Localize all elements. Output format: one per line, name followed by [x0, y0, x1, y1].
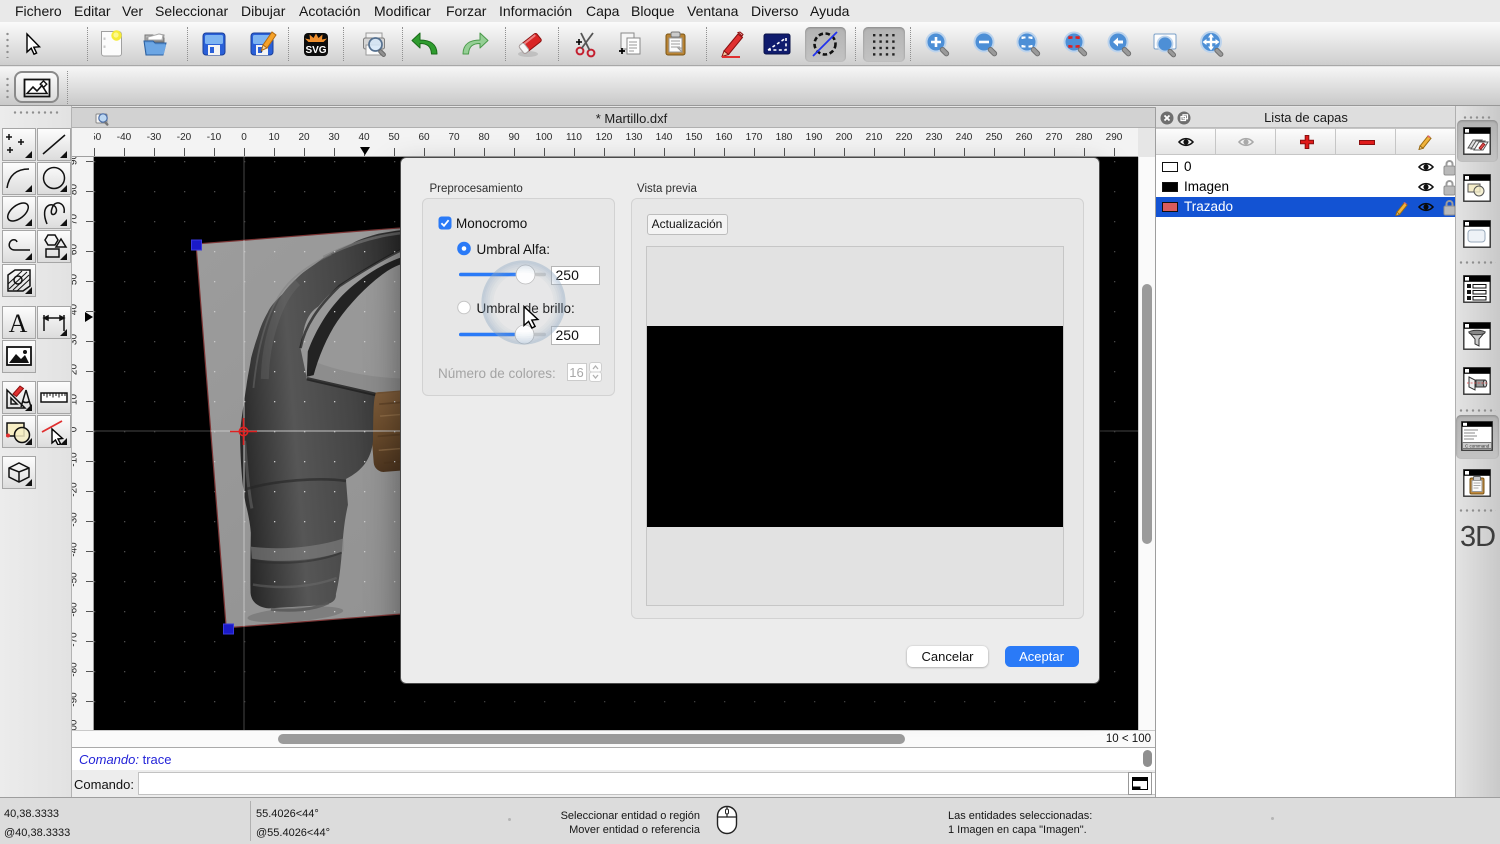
svg-text:A: A — [9, 309, 28, 336]
svg-text:C command: C command — [1465, 444, 1490, 449]
svg-text:SVG: SVG — [305, 45, 326, 56]
